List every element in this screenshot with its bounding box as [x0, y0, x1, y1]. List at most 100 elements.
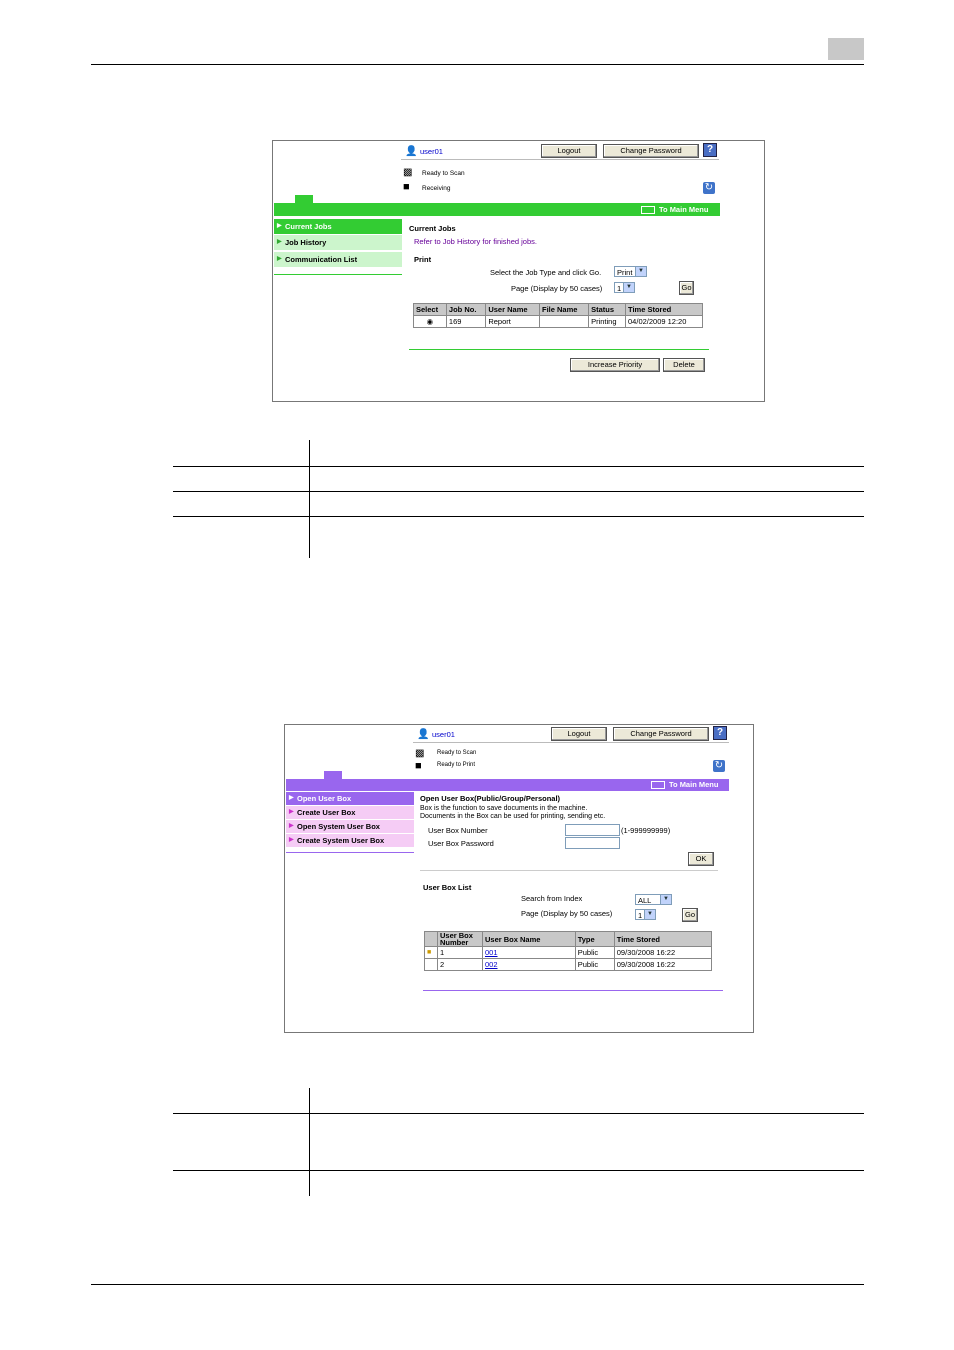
sidebar-item-label: Create User Box: [297, 808, 356, 817]
table-row[interactable]: 2 002 Public 09/30/2008 16:22: [424, 958, 713, 971]
col-box-name: User Box Name: [482, 931, 576, 947]
section-print: Print: [414, 255, 432, 264]
chevron-down-icon: ▼: [623, 283, 634, 292]
cell-time: 04/02/2009 12:20: [625, 315, 703, 328]
job-type-select[interactable]: Print ▼: [614, 266, 647, 277]
row-select-radio[interactable]: ◉: [413, 315, 447, 328]
refer-link[interactable]: Refer to Job History for finished jobs.: [414, 237, 537, 246]
cell-user-name: Report: [485, 315, 540, 328]
table2-rule-2: [173, 1170, 864, 1171]
user-name[interactable]: user01: [432, 730, 455, 739]
cell-type: Public: [574, 958, 615, 971]
increase-priority-button[interactable]: Increase Priority: [570, 358, 660, 372]
cell-file-name: [538, 315, 590, 328]
sidebar-item-communication-list[interactable]: ▶ Communication List: [274, 252, 402, 267]
main-menu-label: To Main Menu: [659, 205, 709, 214]
col-file-name: File Name: [538, 303, 590, 316]
chevron-down-icon: ▼: [660, 895, 671, 904]
cell-time: 09/30/2008 16:22: [613, 946, 713, 959]
footer-rule: [91, 1284, 864, 1285]
sidebar-item-create-user-box[interactable]: ▶ Create User Box: [286, 806, 414, 819]
delete-button[interactable]: Delete: [663, 358, 705, 372]
box-password-input[interactable]: [565, 837, 620, 849]
to-main-menu-link[interactable]: To Main Menu: [641, 204, 708, 215]
ok-button[interactable]: OK: [688, 852, 714, 866]
change-password-button[interactable]: Change Password: [603, 144, 699, 158]
sidebar-item-create-system-user-box[interactable]: ▶ Create System User Box: [286, 834, 414, 847]
status-print: Ready to Print: [437, 762, 476, 768]
refresh-icon[interactable]: ↻: [703, 182, 715, 194]
page-select[interactable]: 1 ▼: [614, 282, 635, 293]
sidebar-item-open-system-user-box[interactable]: ▶ Open System User Box: [286, 820, 414, 833]
help-icon[interactable]: ?: [713, 726, 727, 740]
job-type-label: Select the Job Type and click Go.: [490, 268, 602, 277]
sidebar-item-label: Communication List: [285, 255, 358, 264]
user-name[interactable]: user01: [420, 147, 443, 156]
table1-divider: [309, 440, 310, 558]
go-button[interactable]: Go: [679, 281, 694, 295]
sidebar-item-label: Job History: [285, 238, 327, 247]
col-lock: [424, 931, 438, 947]
triangle-icon: ▶: [289, 809, 294, 815]
table1-rule-2: [173, 491, 864, 492]
user-box-table: User Box Number User Box Name Type Time …: [424, 931, 713, 971]
cell-lock-empty: [424, 958, 438, 971]
description-line-2: Documents in the Box can be used for pri…: [420, 813, 606, 820]
sidebar-item-current-jobs[interactable]: ▶ Current Jobs: [274, 219, 402, 234]
status-scan: Ready to Scan: [422, 170, 465, 177]
user-box-list-heading: User Box List: [423, 883, 472, 892]
col-user-name: User Name: [485, 303, 540, 316]
sidebar-rule: [286, 852, 414, 853]
sidebar-item-label: Open System User Box: [297, 822, 380, 831]
table1-rule-1: [173, 466, 864, 467]
box-number-input[interactable]: [565, 824, 620, 836]
triangle-icon: ▶: [277, 239, 282, 245]
header-rule: [91, 64, 864, 65]
page-label: Page (Display by 50 cases): [511, 284, 603, 293]
content-rule: [423, 990, 723, 991]
box-number-label: User Box Number: [428, 826, 488, 835]
scanner-icon: ▩: [403, 167, 413, 178]
col-type: Type: [574, 931, 615, 947]
triangle-icon: ▶: [289, 837, 294, 843]
page-value: 1: [638, 911, 643, 920]
topbar-rule: [401, 159, 719, 160]
go-button[interactable]: Go: [682, 908, 698, 922]
col-time-stored: Time Stored: [625, 303, 703, 316]
sidebar-rule: [274, 274, 402, 275]
triangle-icon: ▶: [289, 823, 294, 829]
triangle-icon: ▶: [277, 256, 282, 262]
triangle-icon: ▶: [277, 223, 282, 229]
cell-type: Public: [574, 946, 615, 959]
table-row[interactable]: ■ 1 001 Public 09/30/2008 16:22: [424, 946, 713, 959]
menu-icon: [641, 206, 655, 215]
job-type-value: Print: [617, 268, 633, 277]
cell-box-name-link[interactable]: 002: [482, 958, 576, 971]
logout-button[interactable]: Logout: [551, 727, 607, 741]
sidebar-item-open-user-box[interactable]: ▶ Open User Box: [286, 792, 414, 805]
cell-box-name-link[interactable]: 001: [482, 946, 576, 959]
search-index-select[interactable]: ALL ▼: [635, 894, 672, 905]
refresh-icon[interactable]: ↻: [713, 760, 725, 772]
chevron-down-icon: ▼: [644, 910, 655, 919]
sidebar-item-label: Open User Box: [297, 794, 352, 803]
cell-box-number: 2: [437, 958, 483, 971]
col-status: Status: [588, 303, 627, 316]
page-select[interactable]: 1 ▼: [635, 909, 656, 920]
help-icon[interactable]: ?: [703, 143, 717, 157]
change-password-button[interactable]: Change Password: [613, 727, 709, 741]
main-menu-label: To Main Menu: [669, 780, 719, 789]
logout-button[interactable]: Logout: [541, 144, 597, 158]
cell-job-no: 169: [445, 315, 487, 328]
status-scan: Ready to Scan: [437, 750, 477, 756]
table-header-row: Select Job No. User Name File Name Statu…: [413, 303, 703, 316]
to-main-menu-link[interactable]: To Main Menu: [651, 779, 718, 790]
printer-icon: ■: [415, 760, 422, 772]
sidebar-item-label: Current Jobs: [285, 222, 332, 231]
cell-box-number: 1: [437, 946, 483, 959]
sidebar-item-job-history[interactable]: ▶ Job History: [274, 235, 402, 250]
content-rule: [409, 349, 709, 350]
screenshot-current-jobs: 👤 user01 Logout Change Password ? ▩ Read…: [272, 140, 765, 402]
table2-rule-1: [173, 1113, 864, 1114]
box-password-label: User Box Password: [428, 839, 494, 848]
